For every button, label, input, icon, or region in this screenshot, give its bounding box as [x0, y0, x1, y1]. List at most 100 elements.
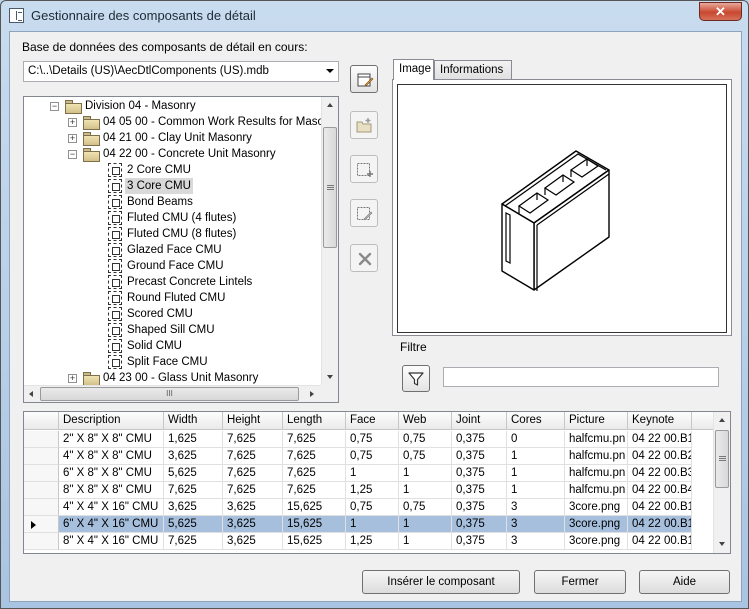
table-cell[interactable]: 7,625 — [283, 431, 346, 448]
table-cell[interactable]: 7,625 — [283, 465, 346, 482]
table-cell[interactable]: 0,75 — [399, 431, 452, 448]
table-row[interactable]: 2" X 8" X 8" CMU 1,625 7,625 7,625 0,75 0,75 0… — [24, 431, 714, 448]
table-vertical-scrollbar[interactable] — [713, 412, 730, 553]
table-cell[interactable]: 8" X 4" X 16" CMU — [59, 533, 164, 550]
row-header[interactable] — [24, 516, 59, 533]
table-cell[interactable]: halfcmu.pn — [565, 431, 628, 448]
table-cell[interactable]: 1,25 — [346, 482, 399, 499]
column-header[interactable]: Length — [283, 412, 346, 430]
table-cell[interactable]: 2" X 8" X 8" CMU — [59, 431, 164, 448]
component-tree[interactable]: − Division 04 - Masonry +04 05 00 - Common… — [23, 96, 339, 403]
table-cell[interactable]: 0,375 — [452, 465, 507, 482]
table-cell[interactable]: 0,75 — [399, 499, 452, 516]
expand-icon[interactable]: + — [68, 374, 77, 383]
table-cell[interactable]: 0,375 — [452, 448, 507, 465]
column-header[interactable]: Description — [59, 412, 164, 430]
column-header[interactable]: Cores — [507, 412, 565, 430]
table-cell[interactable]: 3core.png — [565, 499, 628, 516]
table-cell[interactable]: 7,625 — [223, 431, 283, 448]
table-cell[interactable]: 1 — [507, 465, 565, 482]
help-button[interactable]: Aide — [639, 570, 730, 594]
tree-component-item[interactable]: 2 Core CMU — [24, 162, 321, 178]
table-cell[interactable]: 04 22 00.B2 — [628, 448, 692, 465]
table-cell[interactable]: 04 22 00.B3 — [628, 465, 692, 482]
scroll-down-icon[interactable] — [327, 375, 333, 379]
tree-component-item[interactable]: Scored CMU — [24, 306, 321, 322]
title-bar[interactable]: Gestionnaire des composants de détail ✕ — [1, 1, 748, 31]
tree-hscroll-thumb[interactable]: III — [40, 387, 299, 401]
table-cell[interactable]: 7,625 — [223, 448, 283, 465]
table-cell[interactable]: 5,625 — [164, 465, 223, 482]
row-header[interactable] — [24, 448, 59, 465]
tree-component-item[interactable]: Shaped Sill CMU — [24, 322, 321, 338]
table-cell[interactable]: 04 22 00.B1 — [628, 431, 692, 448]
table-cell[interactable]: 3,625 — [223, 516, 283, 533]
tree-folder-item[interactable]: +04 23 00 - Glass Unit Masonry — [24, 370, 321, 386]
table-cell[interactable]: 0 — [507, 431, 565, 448]
tree-component-item[interactable]: 3 Core CMU — [24, 178, 321, 194]
scroll-down-icon[interactable] — [719, 542, 725, 546]
insert-component-button[interactable]: Insérer le composant — [362, 570, 520, 594]
column-header[interactable]: Web — [399, 412, 452, 430]
table-cell[interactable]: 1 — [346, 465, 399, 482]
table-cell[interactable]: 5,625 — [164, 516, 223, 533]
tree-scroll-thumb[interactable] — [323, 127, 337, 248]
table-cell[interactable]: 7,625 — [223, 482, 283, 499]
table-cell[interactable]: 7,625 — [283, 482, 346, 499]
column-header[interactable]: Face — [346, 412, 399, 430]
tree-component-item[interactable]: Ground Face CMU — [24, 258, 321, 274]
tree-component-item[interactable]: Fluted CMU (4 flutes) — [24, 210, 321, 226]
table-cell[interactable]: 0,75 — [346, 448, 399, 465]
table-cell[interactable]: 3 — [507, 533, 565, 550]
components-table[interactable]: Description Width Height Length Face Web Joint… — [23, 411, 731, 554]
tree-horizontal-scrollbar[interactable]: III — [24, 385, 321, 402]
table-cell[interactable]: 7,625 — [223, 465, 283, 482]
column-header[interactable]: Picture — [565, 412, 628, 430]
table-row[interactable]: 6" X 4" X 16" CMU 5,625 3,625 15,625 1 1 0,375… — [24, 516, 714, 533]
table-cell[interactable]: 1 — [399, 533, 452, 550]
table-cell[interactable]: 3 — [507, 499, 565, 516]
table-scroll-thumb[interactable] — [715, 430, 729, 488]
table-cell[interactable]: 7,625 — [164, 533, 223, 550]
table-cell[interactable]: 15,625 — [283, 499, 346, 516]
table-cell[interactable]: 4" X 8" X 8" CMU — [59, 448, 164, 465]
table-cell[interactable]: 04 22 00.B1 — [628, 516, 692, 533]
column-header[interactable]: Keynote — [628, 412, 692, 430]
scroll-left-icon[interactable] — [29, 391, 33, 397]
table-cell[interactable]: 1 — [399, 516, 452, 533]
tree-folder-item[interactable]: − 04 22 00 - Concrete Unit Masonry — [24, 146, 321, 162]
collapse-icon[interactable]: − — [68, 150, 77, 159]
table-cell[interactable]: 0,375 — [452, 499, 507, 516]
tree-component-item[interactable]: Fluted CMU (8 flutes) — [24, 226, 321, 242]
table-cell[interactable]: 1 — [399, 482, 452, 499]
table-cell[interactable]: halfcmu.pn — [565, 448, 628, 465]
tab-informations[interactable]: Informations — [434, 60, 512, 80]
add-folder-button[interactable] — [350, 111, 378, 139]
row-header[interactable] — [24, 499, 59, 516]
table-cell[interactable]: 0,75 — [399, 448, 452, 465]
table-cell[interactable]: 3core.png — [565, 533, 628, 550]
row-header[interactable] — [24, 465, 59, 482]
close-button[interactable]: Fermer — [534, 570, 626, 594]
scroll-right-icon[interactable] — [310, 391, 314, 397]
edit-database-button[interactable] — [350, 65, 378, 93]
table-cell[interactable]: 04 22 00.B1 — [628, 499, 692, 516]
table-row[interactable]: 8" X 8" X 8" CMU 7,625 7,625 7,625 1,25 1 0,37… — [24, 482, 714, 499]
table-cell[interactable]: 15,625 — [283, 533, 346, 550]
expand-icon[interactable]: + — [68, 134, 77, 143]
table-cell[interactable]: 3,625 — [164, 448, 223, 465]
delete-button[interactable] — [350, 244, 378, 272]
table-cell[interactable]: 3core.png — [565, 516, 628, 533]
row-header[interactable] — [24, 431, 59, 448]
table-row[interactable]: 4" X 4" X 16" CMU 3,625 3,625 15,625 0,75 0,7… — [24, 499, 714, 516]
table-cell[interactable]: 3,625 — [223, 499, 283, 516]
table-row[interactable]: 6" X 8" X 8" CMU 5,625 7,625 7,625 1 1 0,375 1 h… — [24, 465, 714, 482]
column-header[interactable]: Width — [164, 412, 223, 430]
column-header[interactable]: Height — [223, 412, 283, 430]
tab-image[interactable]: Image — [393, 59, 434, 80]
table-cell[interactable]: 3,625 — [223, 533, 283, 550]
table-cell[interactable]: halfcmu.pn — [565, 465, 628, 482]
tree-component-item[interactable]: Split Face CMU — [24, 354, 321, 370]
table-cell[interactable]: 04 22 00.B1 — [628, 533, 692, 550]
table-cell[interactable]: 7,625 — [164, 482, 223, 499]
